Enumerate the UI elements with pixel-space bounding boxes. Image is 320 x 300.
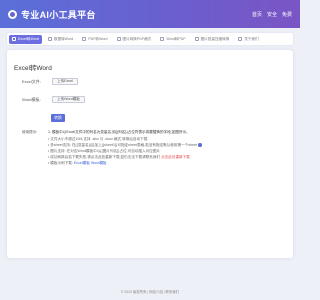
usage-notes: 使用提示: 1. 模板中以Excel文件中的列名为变量名,用{{列名}}占位符表… — [22, 130, 284, 167]
tab-data-to-word[interactable]: 数据转Word — [45, 35, 76, 44]
excel-upload-row: Excel文件: 上传Excel — [22, 78, 78, 85]
document-icon — [160, 37, 165, 41]
brand[interactable]: 专业AI小工具平台 — [8, 8, 96, 21]
excel-template-link[interactable]: Excel模板 — [74, 161, 90, 165]
app-title: 专业AI小工具平台 — [21, 9, 96, 20]
tool-tabs: Excel转Word 数据转Word PDF转Word 图片转换PDF格式 Wo… — [7, 33, 293, 45]
tab-about[interactable]: 关于我们 — [235, 35, 261, 44]
note-item: 1. 模板中以Excel文件中的列名为变量名,用{{列名}}占位符表示将要替换的… — [48, 130, 190, 134]
tab-label: Excel转Word — [18, 36, 39, 41]
card-title: Excel转Word — [14, 65, 52, 72]
app-header: 专业AI小工具平台 首页 安全 免费 — [0, 0, 300, 28]
tab-excel-to-word[interactable]: Excel转Word — [9, 34, 42, 44]
pdf-icon — [82, 37, 87, 41]
tab-image-to-pdf[interactable]: 图片转换PDF格式 — [114, 35, 155, 44]
tab-label: 图片转换PDF格式 — [122, 36, 152, 41]
notes-label: 使用提示: — [22, 130, 38, 134]
top-nav: 首页 安全 免费 — [247, 11, 292, 18]
info-icon — [238, 37, 243, 41]
word-upload-row: Word模板: 上传Word模板 — [22, 96, 85, 103]
tab-word-to-pdf[interactable]: Word转PDF — [157, 35, 188, 44]
tab-label: Word转PDF — [166, 36, 186, 41]
tab-pdf-to-word[interactable]: PDF转Word — [79, 35, 110, 44]
word-template-link[interactable]: Word模板 — [91, 161, 107, 165]
tab-label: 图片批量压缩转换 — [200, 36, 230, 41]
image-icon — [194, 37, 199, 41]
nav-home[interactable]: 首页 — [252, 11, 262, 18]
tab-label: 关于我们 — [244, 36, 259, 41]
excel-file-label: Excel文件: — [22, 78, 41, 84]
tab-label: 数据转Word — [53, 36, 74, 41]
document-icon — [47, 37, 52, 41]
tab-label: PDF转Word — [88, 36, 108, 41]
logo-icon — [8, 9, 17, 19]
nav-free[interactable]: 免费 — [282, 11, 292, 18]
converter-card: Excel转Word Excel文件: 上传Excel Word模板: 上传Wo… — [7, 50, 293, 258]
help-dot-icon[interactable] — [198, 143, 202, 147]
upload-word-template-button[interactable]: 上传Word模板 — [52, 96, 85, 103]
image-icon — [116, 37, 121, 41]
convert-button[interactable]: 转换 — [51, 114, 65, 122]
upload-excel-button[interactable]: 上传Excel — [52, 78, 78, 85]
document-icon — [12, 37, 16, 41]
footer: © 2023 版权所有 | 网站介绍 | 联系我们 — [120, 290, 180, 294]
note-item: • 模板示例下载: Excel模板 Word模板 — [48, 161, 107, 166]
tab-image-compress[interactable]: 图片批量压缩转换 — [192, 35, 233, 44]
nav-security[interactable]: 安全 — [267, 11, 277, 18]
word-template-label: Word模板: — [22, 96, 41, 102]
redownload-link[interactable]: 点击此处重新下载 — [161, 155, 190, 159]
